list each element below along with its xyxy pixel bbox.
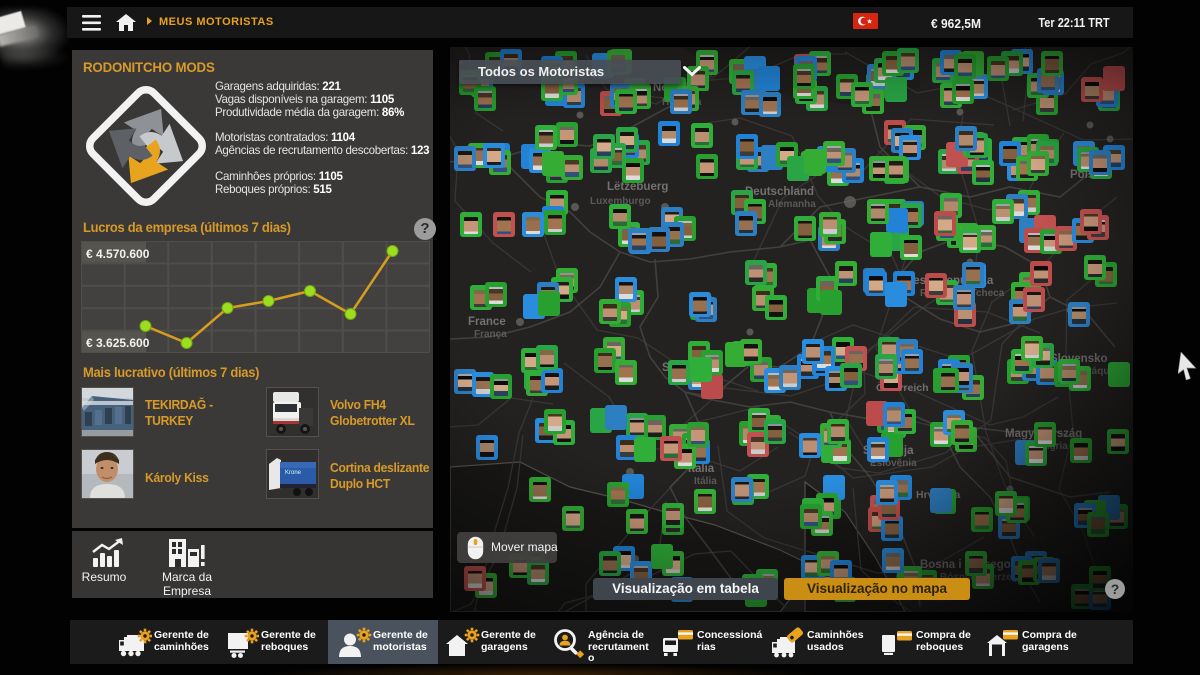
svg-text:Deutschland: Deutschland [745, 186, 814, 198]
svg-text:Alemanha: Alemanha [768, 199, 816, 210]
svg-text:€ 3.625.600: € 3.625.600 [86, 336, 150, 350]
svg-text:Krone: Krone [285, 470, 302, 476]
svg-text:Itália: Itália [694, 476, 717, 487]
svg-text:€ 4.570.600: € 4.570.600 [86, 247, 150, 261]
svg-text:France: France [468, 316, 506, 328]
svg-text:França: França [474, 329, 507, 340]
